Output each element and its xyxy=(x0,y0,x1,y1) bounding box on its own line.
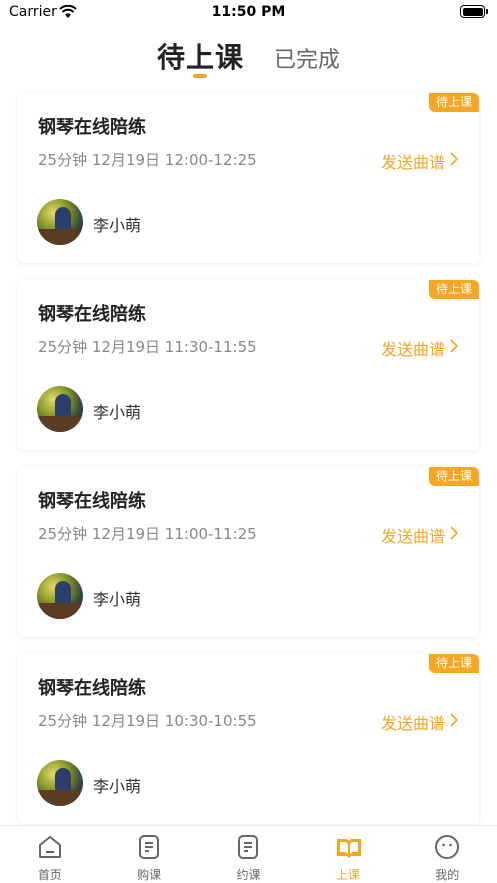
student-name: 李小萌 xyxy=(93,777,142,796)
avatar xyxy=(37,760,83,806)
status-badge: 待上课 xyxy=(428,280,479,299)
tabbar-item-home[interactable]: 首页 xyxy=(0,826,99,883)
tabbar-item-buy[interactable]: 购课 xyxy=(99,826,198,883)
avatar xyxy=(37,386,83,432)
lesson-title: 钢琴在线陪练 xyxy=(38,117,146,138)
lesson-card[interactable]: 待上课 钢琴在线陪练 25分钟 12月19日 12:00-12:25 发送曲谱 … xyxy=(18,93,479,263)
smile-icon xyxy=(434,834,460,860)
tabbar-label: 首页 xyxy=(37,868,62,882)
avatar xyxy=(37,199,83,245)
status-bar: Carrier 11:50 PM xyxy=(0,0,497,26)
home-icon xyxy=(37,834,63,860)
tabbar-label: 上课 xyxy=(335,868,360,882)
send-score-button[interactable]: 发送曲谱 xyxy=(381,710,445,734)
lesson-card[interactable]: 待上课 钢琴在线陪练 25分钟 12月19日 11:00-11:25 发送曲谱 … xyxy=(18,467,479,637)
battery-icon xyxy=(460,5,488,18)
tabbar-item-mine[interactable]: 我的 xyxy=(398,826,497,883)
status-badge: 待上课 xyxy=(428,654,479,673)
active-tab-indicator xyxy=(193,74,207,78)
chevron-right-icon xyxy=(450,525,459,544)
lessons-screen: Carrier 11:50 PM 待上课 已完成 待上课 钢琴在线陪练 25分钟… xyxy=(0,0,497,883)
lesson-meta: 25分钟 12月19日 12:00-12:25 xyxy=(38,151,257,169)
lesson-meta: 25分钟 12月19日 11:30-11:55 xyxy=(38,338,257,356)
status-badge: 待上课 xyxy=(428,93,479,112)
lesson-card[interactable]: 待上课 钢琴在线陪练 25分钟 12月19日 11:30-11:55 发送曲谱 … xyxy=(18,280,479,450)
tabbar-label: 购课 xyxy=(137,868,162,882)
tabbar-item-class[interactable]: 上课 xyxy=(298,826,397,883)
lesson-card[interactable]: 待上课 钢琴在线陪练 25分钟 12月19日 10:30-10:55 发送曲谱 … xyxy=(18,654,479,824)
tabbar-label: 我的 xyxy=(435,868,460,882)
status-badge: 待上课 xyxy=(428,467,479,486)
student-name: 李小萌 xyxy=(93,216,142,235)
chevron-right-icon xyxy=(450,712,459,731)
clock: 11:50 PM xyxy=(211,4,286,20)
lesson-title: 钢琴在线陪练 xyxy=(38,304,146,325)
student-name: 李小萌 xyxy=(93,590,142,609)
student-name: 李小萌 xyxy=(93,403,142,422)
lesson-meta: 25分钟 12月19日 11:00-11:25 xyxy=(38,525,257,543)
document-icon xyxy=(235,834,261,860)
lesson-title: 钢琴在线陪练 xyxy=(38,491,146,512)
chevron-right-icon xyxy=(450,151,459,170)
tab-pending[interactable]: 待上课 xyxy=(157,36,244,76)
open-book-icon xyxy=(335,834,361,860)
tab-completed[interactable]: 已完成 xyxy=(274,42,340,74)
tabbar-label: 约课 xyxy=(236,868,261,882)
avatar xyxy=(37,573,83,619)
lesson-meta: 25分钟 12月19日 10:30-10:55 xyxy=(38,712,257,730)
chevron-right-icon xyxy=(450,338,459,357)
lesson-status-tabs: 待上课 已完成 xyxy=(0,36,497,80)
send-score-button[interactable]: 发送曲谱 xyxy=(381,523,445,547)
bottom-tab-bar: 首页 购课 约课 上课 我的 xyxy=(0,825,497,883)
send-score-button[interactable]: 发送曲谱 xyxy=(381,336,445,360)
send-score-button[interactable]: 发送曲谱 xyxy=(381,149,445,173)
lesson-title: 钢琴在线陪练 xyxy=(38,678,146,699)
tabbar-item-book[interactable]: 约课 xyxy=(199,826,298,883)
document-icon xyxy=(136,834,162,860)
